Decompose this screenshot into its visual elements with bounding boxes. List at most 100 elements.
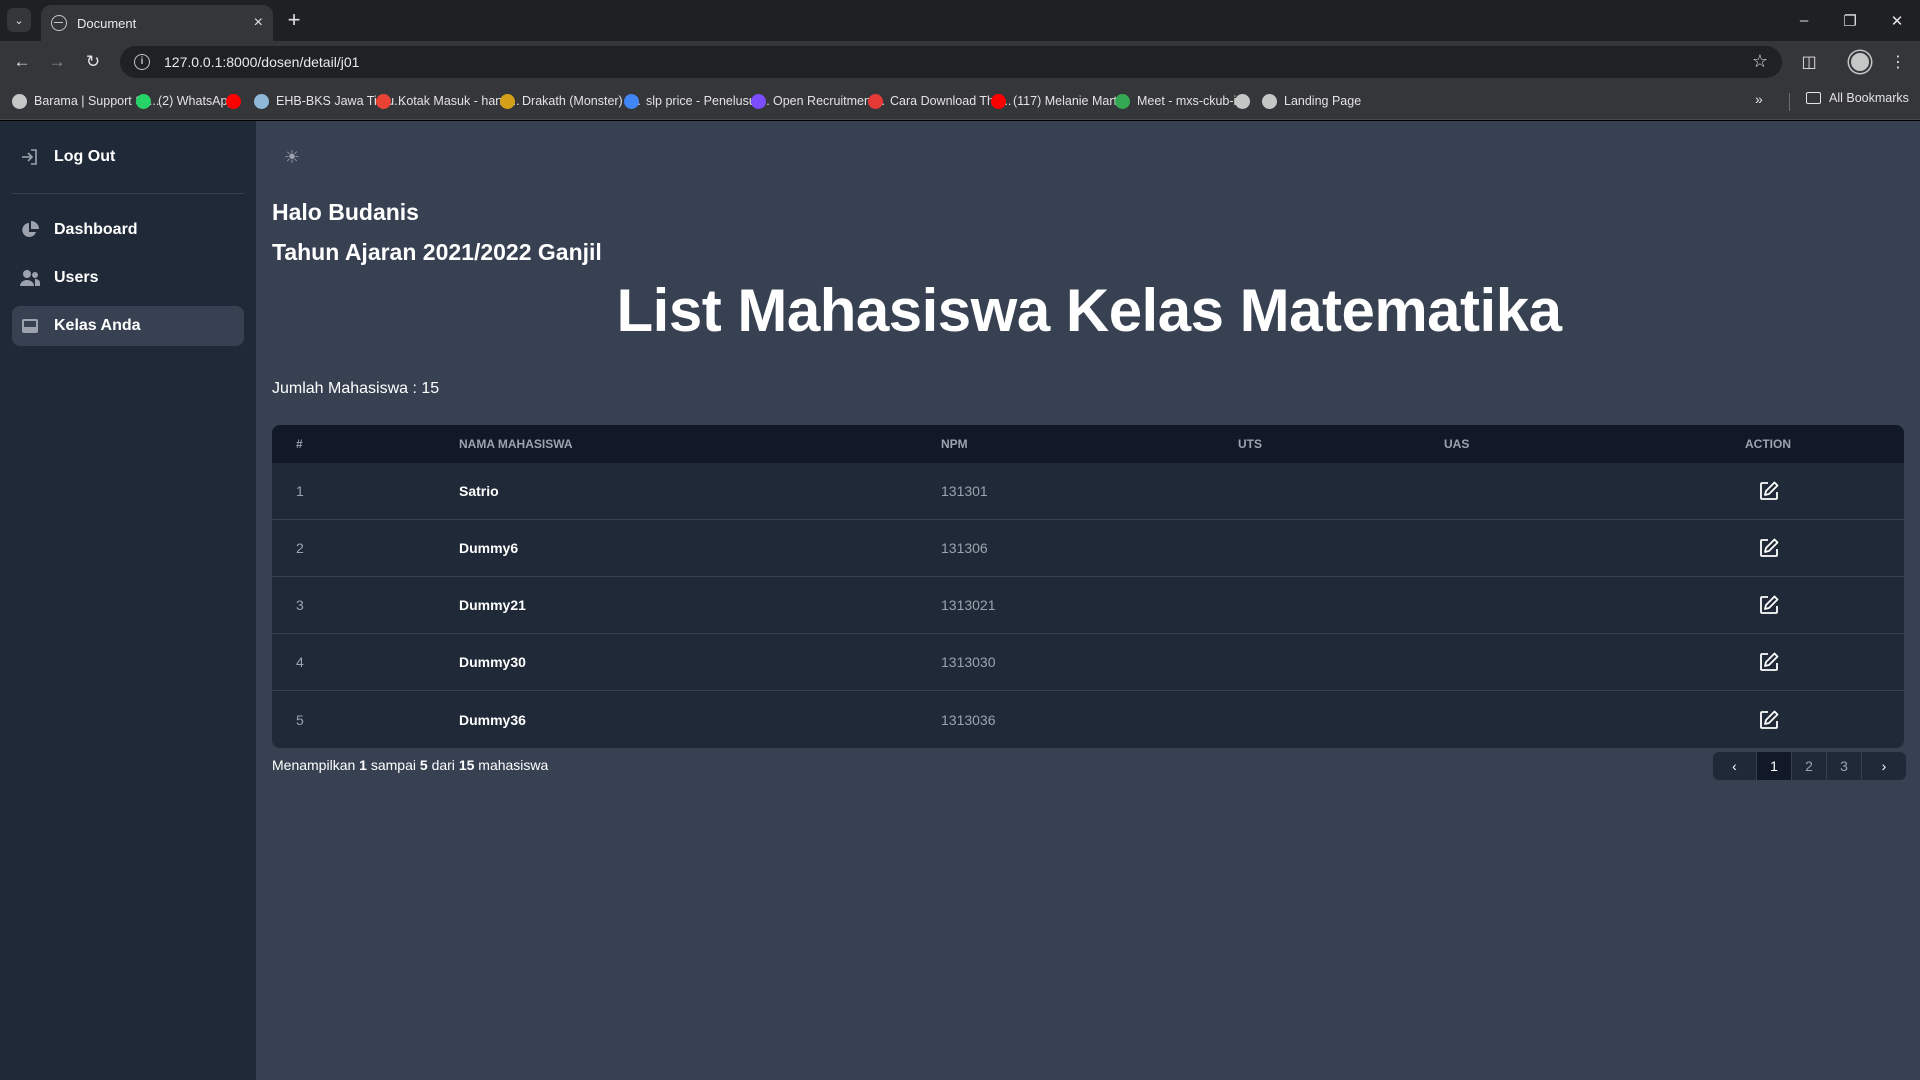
sidebar-item-dashboard[interactable]: Dashboard [12, 210, 244, 250]
restore-button[interactable]: ❐ [1827, 0, 1873, 41]
bookmark-favicon-icon [136, 93, 151, 109]
summary-prefix: Menampilkan [272, 757, 356, 773]
forward-arrow-icon[interactable]: → [45, 50, 69, 74]
summary-from: 1 [359, 757, 367, 773]
edit-icon[interactable] [1758, 709, 1780, 731]
bookmark-favicon-icon [991, 93, 1006, 109]
student-npm: 1313036 [941, 711, 996, 728]
extensions-icon[interactable]: ◫ [1797, 50, 1821, 74]
summary-suffix: mahasiswa [478, 757, 549, 773]
tab-search-chevron-icon[interactable]: ⌄ [7, 8, 31, 32]
table-body: 1 Satrio 131301 2 Dummy6 131306 3 Dummy21 131302… [272, 463, 1904, 748]
bookmark-item[interactable]: Open Recruitment... [751, 91, 885, 111]
bookmark-favicon-icon [500, 93, 515, 109]
bookmark-item[interactable]: Landing Page [1262, 91, 1361, 111]
header-name: Nama Mahasiswa [459, 437, 573, 451]
bookmarks-divider [1789, 93, 1790, 111]
users-icon [19, 267, 41, 289]
summary-to: 5 [419, 757, 428, 773]
back-arrow-icon[interactable]: ← [10, 50, 34, 74]
edit-icon[interactable] [1758, 480, 1780, 502]
new-tab-button[interactable]: + [281, 7, 307, 33]
edit-icon[interactable] [1758, 537, 1780, 559]
bookmark-label: (117) Melanie Marti... [1013, 94, 1131, 108]
page-button-2[interactable]: 2 [1792, 752, 1827, 780]
page-button-3[interactable]: 3 [1827, 752, 1862, 780]
table-row: 5 Dummy36 1313036 [272, 691, 1904, 748]
edit-icon[interactable] [1758, 651, 1780, 673]
bookmark-item[interactable] [226, 91, 248, 111]
student-name: Dummy36 [459, 711, 526, 728]
prev-page-chevron-icon[interactable]: ‹ [1713, 752, 1757, 780]
bookmark-favicon-icon [376, 93, 391, 109]
page-content: Log Out Dashboard Users Kelas Anda ☀ Hal… [0, 121, 1920, 1080]
summary-of-word: dari [431, 757, 455, 773]
bookmark-favicon-icon [1115, 93, 1130, 109]
folder-icon [1806, 92, 1821, 104]
sidebar-item-kelas-anda[interactable]: Kelas Anda [12, 306, 244, 346]
summary-to-word: sampai [370, 757, 416, 773]
sidebar-item-users[interactable]: Users [12, 258, 244, 298]
bookmark-item[interactable] [1235, 91, 1257, 111]
bookmark-favicon-icon [751, 93, 766, 109]
bookmark-item[interactable]: slp price - Penelusur... [624, 91, 770, 111]
all-bookmarks-folder[interactable]: All Bookmarks [1806, 91, 1909, 105]
inbox-icon [19, 315, 41, 337]
student-npm: 1313030 [941, 654, 996, 670]
globe-icon [51, 15, 67, 31]
browser-toolbar: ← → ↻ i 127.0.0.1:8000/dosen/detail/j01 … [0, 41, 1920, 83]
bookmark-label: (2) WhatsApp [158, 94, 235, 108]
table-row: 4 Dummy30 1313030 [272, 634, 1904, 691]
student-count: Jumlah Mahasiswa : 15 [272, 380, 440, 397]
bookmark-star-icon[interactable]: ☆ [1752, 51, 1768, 72]
tab-title: Document [77, 15, 137, 31]
minimize-button[interactable]: – [1781, 0, 1827, 41]
bookmark-item[interactable]: Kotak Masuk - hand... [376, 91, 520, 111]
bookmark-item[interactable]: (2) WhatsApp [136, 91, 234, 111]
student-name: Satrio [459, 483, 499, 499]
bookmark-item[interactable]: Drakath (Monster) (... [500, 91, 641, 111]
bookmark-item[interactable]: Meet - mxs-ckub-ige [1115, 91, 1250, 111]
header-action: Action [1745, 437, 1791, 451]
browser-window: ⌄ Document × + – ❐ ✕ ← → ↻ i 127.0.0.1:8… [0, 0, 1920, 1080]
site-info-icon[interactable]: i [134, 54, 150, 70]
student-npm: 1313021 [941, 597, 996, 613]
menu-kebab-icon[interactable]: ⋮ [1886, 50, 1910, 74]
more-bookmarks-icon[interactable]: » [1755, 91, 1763, 107]
next-page-chevron-icon[interactable]: › [1862, 752, 1906, 780]
bookmark-favicon-icon [12, 93, 27, 109]
profile-avatar[interactable] [1848, 50, 1872, 74]
sidebar: Log Out Dashboard Users Kelas Anda [0, 121, 256, 1080]
browser-tab[interactable]: Document × [41, 5, 273, 41]
sidebar-item-label: Dashboard [54, 221, 138, 238]
page-title: List Mahasiswa Kelas Matematika [616, 277, 1562, 344]
table-row: 2 Dummy6 131306 [272, 520, 1904, 577]
address-bar[interactable]: i 127.0.0.1:8000/dosen/detail/j01 ☆ [120, 46, 1782, 78]
close-window-button[interactable]: ✕ [1874, 0, 1920, 41]
bookmark-item[interactable]: Cara Download The... [868, 91, 1011, 111]
bookmark-item[interactable]: (117) Melanie Marti... [991, 91, 1130, 111]
logout-link[interactable]: Log Out [12, 137, 244, 177]
row-number: 2 [296, 540, 304, 556]
logout-label: Log Out [54, 148, 116, 165]
edit-icon[interactable] [1758, 594, 1780, 616]
student-name: Dummy6 [459, 540, 519, 556]
url-text[interactable]: 127.0.0.1:8000/dosen/detail/j01 [164, 54, 359, 70]
summary-total: 15 [458, 757, 475, 773]
bookmark-favicon-icon [254, 93, 269, 109]
sidebar-item-label: Kelas Anda [54, 317, 141, 334]
bookmark-label: Landing Page [1284, 94, 1362, 108]
sidebar-divider [12, 193, 244, 194]
page-button-1[interactable]: 1 [1757, 752, 1792, 780]
student-npm: 131306 [941, 540, 988, 556]
reload-icon[interactable]: ↻ [81, 50, 105, 74]
sun-icon[interactable]: ☀ [281, 146, 303, 168]
bookmark-favicon-icon [1262, 93, 1277, 109]
logout-icon [19, 146, 41, 168]
bookmark-favicon-icon [624, 93, 639, 109]
close-tab-icon[interactable]: × [254, 14, 263, 32]
academic-year-text: Tahun Ajaran 2021/2022 Ganjil [272, 239, 602, 265]
student-name: Dummy30 [459, 654, 526, 670]
header-uts: UTS [1238, 437, 1262, 451]
header-npm: NPM [941, 437, 968, 451]
